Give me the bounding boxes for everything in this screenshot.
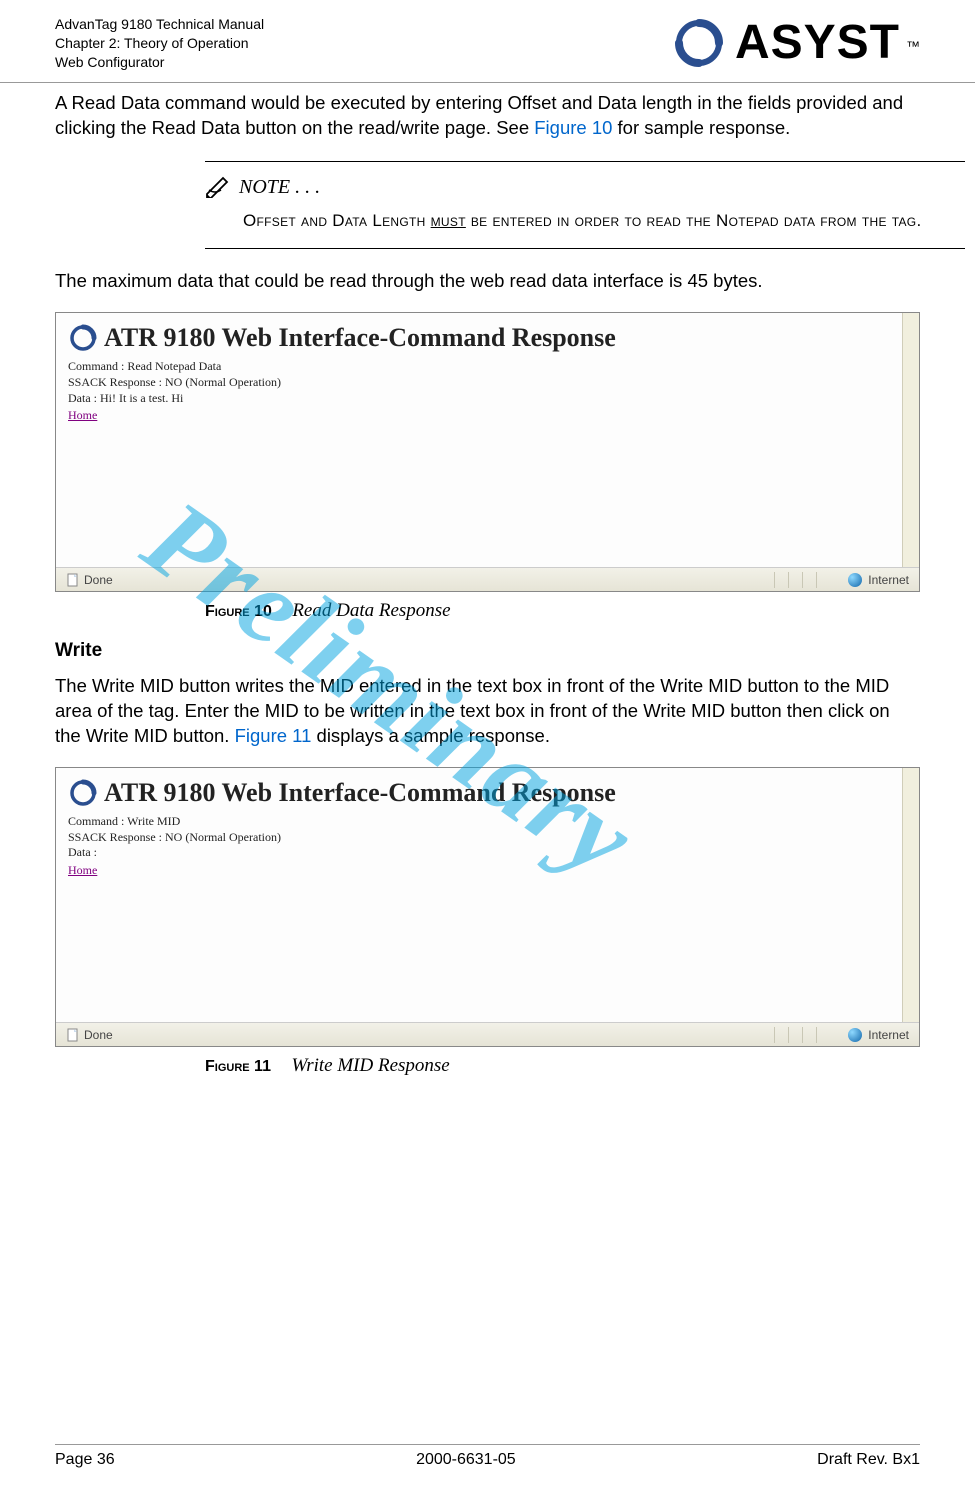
screenshot1-statusbar: Done Internet: [56, 567, 919, 591]
write-heading: Write: [55, 640, 920, 662]
screenshot2-command-row: Command : Write MID: [68, 814, 907, 830]
asyst-logo: ASYST ™: [669, 15, 920, 70]
write-paragraph: The Write MID button writes the MID ente…: [55, 674, 920, 749]
page-done-icon: [66, 573, 80, 587]
ss1-status-zone: Internet: [868, 573, 909, 587]
ss2-cmd-val: Write MID: [127, 814, 180, 828]
ss1-ssack-val: NO (Normal Operation): [165, 375, 281, 389]
note-text-before: Offset and Data Length: [243, 211, 431, 230]
internet-zone-icon: [848, 573, 862, 587]
page-header: AdvanTag 9180 Technical Manual Chapter 2…: [0, 0, 975, 83]
ss1-cmd-label: Command :: [68, 359, 124, 373]
ss2-status-done: Done: [84, 1028, 113, 1042]
note-title: NOTE . . .: [239, 176, 320, 199]
figure-10-link[interactable]: Figure 10: [534, 117, 612, 138]
statusbar-cells: [774, 1027, 830, 1043]
screenshot1-title: ATR 9180 Web Interface-Command Response: [104, 323, 616, 353]
atr-swirl-icon: [68, 778, 98, 808]
scrollbar[interactable]: [902, 768, 919, 1022]
atr-swirl-icon: [68, 323, 98, 353]
figure-10-text: Read Data Response: [292, 600, 450, 621]
figure-10-label: Figure 10: [205, 603, 272, 620]
scrollbar[interactable]: [902, 313, 919, 567]
screenshot2-ssack-row: SSACK Response : NO (Normal Operation): [68, 830, 907, 846]
screenshot2-title: ATR 9180 Web Interface-Command Response: [104, 778, 616, 808]
trademark-icon: ™: [906, 38, 920, 54]
ss1-ssack-label: SSACK Response :: [68, 375, 162, 389]
ss2-status-zone: Internet: [868, 1028, 909, 1042]
internet-zone-icon: [848, 1028, 862, 1042]
ss2-ssack-val: NO (Normal Operation): [165, 830, 281, 844]
header-left-block: AdvanTag 9180 Technical Manual Chapter 2…: [55, 15, 264, 72]
write-after-link: displays a sample response.: [311, 725, 550, 746]
screenshot2-statusbar: Done Internet: [56, 1022, 919, 1046]
ss1-status-done: Done: [84, 573, 113, 587]
figure-11-label: Figure 11: [205, 1058, 271, 1075]
footer-doc-number: 2000-6631-05: [416, 1451, 516, 1469]
header-line-2: Chapter 2: Theory of Operation: [55, 34, 264, 53]
ss1-cmd-val: Read Notepad Data: [127, 359, 221, 373]
figure-11-link[interactable]: Figure 11: [235, 725, 312, 746]
ss1-data-val: Hi! It is a test. Hi: [100, 391, 183, 405]
figure-11-caption: Figure 11 Write MID Response: [205, 1055, 920, 1077]
statusbar-cells: [774, 572, 830, 588]
asyst-logo-text: ASYST: [735, 15, 900, 70]
screenshot1-ssack-row: SSACK Response : NO (Normal Operation): [68, 375, 907, 391]
screenshot2-home-link[interactable]: Home: [68, 863, 97, 877]
footer-revision: Draft Rev. Bx1: [817, 1451, 920, 1469]
note-text-after: be entered in order to read the Notepad …: [466, 211, 922, 230]
screenshot1-home-link[interactable]: Home: [68, 408, 97, 422]
screenshot1-data-row: Data : Hi! It is a test. Hi: [68, 391, 907, 407]
screenshot2-data-row: Data :: [68, 845, 907, 861]
note-block: NOTE . . . Offset and Data Length must b…: [205, 161, 965, 250]
intro-text-after: for sample response.: [612, 117, 790, 138]
intro-paragraph: A Read Data command would be executed by…: [55, 91, 920, 141]
ss2-data-label: Data :: [68, 845, 97, 859]
page-footer: Page 36 2000-6631-05 Draft Rev. Bx1: [55, 1444, 920, 1469]
max-data-text: The maximum data that could be read thro…: [55, 269, 920, 294]
note-must: must: [431, 211, 466, 230]
footer-page-number: Page 36: [55, 1451, 115, 1469]
screenshot-write-mid: ATR 9180 Web Interface-Command Response …: [55, 767, 920, 1047]
figure-10-caption: Figure 10 Read Data Response: [205, 600, 920, 622]
ss2-cmd-label: Command :: [68, 814, 124, 828]
figure-11-text: Write MID Response: [291, 1055, 449, 1076]
note-body: Offset and Data Length must be entered i…: [205, 209, 965, 233]
screenshot-read-data: ATR 9180 Web Interface-Command Response …: [55, 312, 920, 592]
header-line-3: Web Configurator: [55, 53, 264, 72]
page-done-icon: [66, 1028, 80, 1042]
asyst-swirl-icon: [669, 19, 729, 67]
screenshot1-command-row: Command : Read Notepad Data: [68, 359, 907, 375]
ss2-ssack-label: SSACK Response :: [68, 830, 162, 844]
header-line-1: AdvanTag 9180 Technical Manual: [55, 15, 264, 34]
ss1-data-label: Data :: [68, 391, 97, 405]
pencil-note-icon: [205, 176, 233, 198]
